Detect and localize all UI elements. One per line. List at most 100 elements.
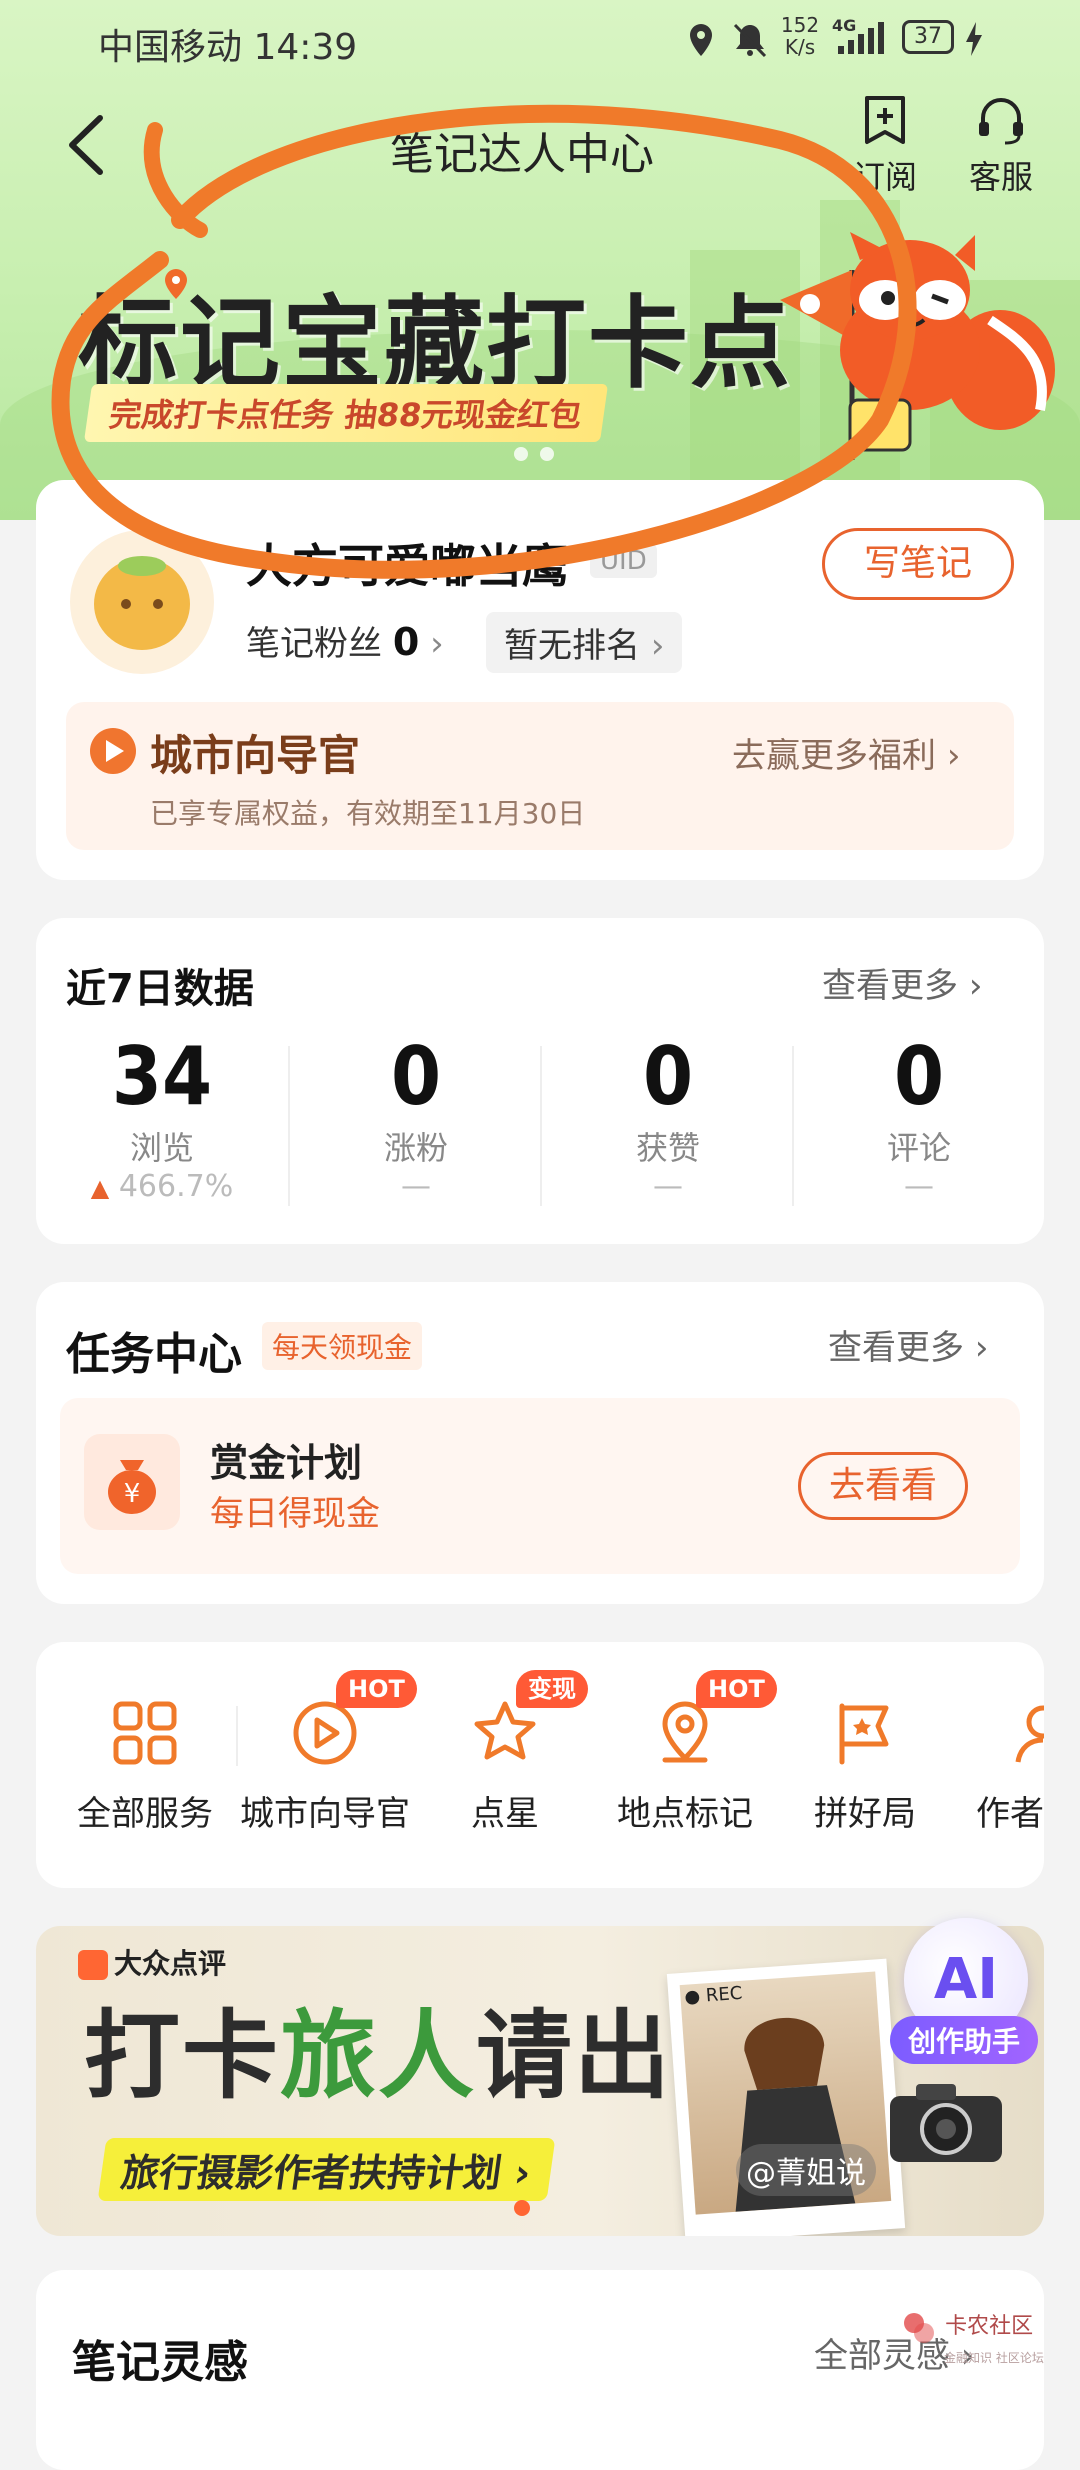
location-icon [686, 22, 716, 62]
stat-value: 34 [111, 1030, 213, 1123]
service-label: 地点标记 [617, 1794, 753, 1834]
write-note-button[interactable]: 写笔记 [822, 528, 1014, 600]
chevron-right-icon: › [511, 2151, 534, 2195]
ai-assistant-label: 创作助手 [890, 2016, 1039, 2064]
rec-label: ● REC [683, 1982, 744, 2008]
up-triangle-icon: ▲ [90, 1174, 110, 1202]
fans-label: 笔记粉丝 [246, 624, 382, 664]
chevron-right-icon: › [974, 1328, 989, 1368]
page-title: 笔记达人中心 [390, 129, 654, 180]
chevron-left-icon [69, 115, 103, 175]
customer-service-button[interactable]: 客服 [946, 94, 1056, 198]
author-handle: @菁姐说 [736, 2144, 876, 2196]
user-icon [1015, 1705, 1044, 1763]
money-bag-icon: ¥ [84, 1434, 180, 1530]
hot-badge: HOT [696, 1670, 777, 1708]
city-guide-link[interactable]: 去赢更多福利 › [732, 728, 960, 777]
bounty-subtitle: 每日得现金 [210, 1494, 380, 1534]
stat-label: 评论 [886, 1129, 951, 1167]
grid-icon [113, 1701, 177, 1765]
task-center-title: 任务中心 [66, 1329, 242, 1380]
avatar[interactable] [70, 530, 214, 674]
stat-label: 涨粉 [383, 1129, 448, 1167]
bookmark-plus-icon [865, 96, 905, 144]
promo-pager-dot [514, 2200, 530, 2216]
brand-icon [78, 1950, 108, 1980]
stat-change: — [653, 1169, 683, 1204]
stat-change: — [904, 1169, 934, 1204]
chevron-right-icon: › [650, 626, 665, 666]
star-icon [474, 1701, 536, 1760]
watermark-icon [904, 2312, 934, 2343]
bounty-go-button[interactable]: 去看看 [798, 1452, 968, 1520]
service-label: 拼好局 [814, 1794, 916, 1834]
avatar-face-icon [94, 556, 190, 650]
city-guide-desc: 已享专属权益，有效期至11月30日 [150, 797, 586, 830]
subscribe-button[interactable]: 订阅 [830, 94, 940, 198]
rank-chip[interactable]: 暂无排名 › [486, 612, 683, 673]
status-carrier-time: 中国移动 14:39 [98, 27, 358, 68]
stat-comments[interactable]: 0 评论 — [794, 1030, 1044, 1204]
service-star[interactable]: 点星 [430, 1698, 580, 1835]
battery-icon: 37 [902, 20, 954, 54]
service-label: 全部服务 [77, 1794, 213, 1834]
stat-change: — [401, 1169, 431, 1204]
city-guide-link-label: 去赢更多福利 [732, 736, 936, 776]
signal-icon [836, 22, 888, 60]
stat-value: 0 [893, 1030, 945, 1123]
brand-logo: 大众点评 [78, 1942, 226, 1982]
network-speed: 152 K/s [780, 13, 820, 59]
uid-tag: UID [590, 544, 657, 578]
chevron-right-icon: › [430, 624, 444, 664]
stat-value: 0 [642, 1030, 694, 1123]
promo-title: 打卡旅人请出列 [84, 2000, 770, 2112]
service-label: 城市向导官 [240, 1794, 410, 1834]
camera-icon [886, 2076, 1006, 2170]
service-group[interactable]: 拼好局 [790, 1698, 940, 1835]
location-pin-icon [662, 1701, 708, 1763]
bounty-title: 赏金计划 [210, 1441, 363, 1485]
service-label: 点星 [471, 1794, 539, 1834]
back-button[interactable] [60, 110, 120, 184]
stat-likes[interactable]: 0 获赞 — [542, 1030, 794, 1204]
stat-label: 获赞 [635, 1129, 700, 1167]
stat-fans[interactable]: 0 涨粉 — [290, 1030, 542, 1204]
stats-more-label: 查看更多 [822, 966, 958, 1006]
stats-more-link[interactable]: 查看更多 › [822, 958, 982, 1007]
hot-badge: HOT [336, 1670, 417, 1708]
stat-value: 0 [390, 1030, 442, 1123]
service-label: 客服 [968, 158, 1033, 196]
banner-subtitle: 完成打卡点任务 抽88元现金红包 [83, 384, 608, 442]
city-guide-icon [88, 726, 138, 780]
service-all[interactable]: 全部服务 [60, 1698, 230, 1835]
service-label: 作者 [976, 1794, 1044, 1834]
rank-label: 暂无排名 [504, 626, 640, 666]
stat-views[interactable]: 34 浏览 ▲ 466.7% [36, 1030, 288, 1204]
play-circle-icon [293, 1701, 357, 1765]
city-guide-title: 城市向导官 [150, 731, 361, 780]
inspiration-title: 笔记灵感 [72, 2337, 248, 2388]
flag-icon [839, 1703, 889, 1765]
stat-change: ▲ 466.7% [90, 1169, 234, 1204]
task-tag: 每天领现金 [262, 1322, 423, 1370]
promo-subtitle: 旅行摄影作者扶持计划 › [97, 2138, 556, 2201]
red-panda-mascot [760, 230, 1060, 474]
service-city-guide[interactable]: 城市向导官 [230, 1698, 420, 1835]
task-more-link[interactable]: 查看更多 › [828, 1320, 988, 1369]
headset-icon [979, 98, 1023, 145]
chevron-right-icon: › [968, 966, 983, 1006]
banner-pager [508, 446, 560, 465]
promo-banner[interactable]: 大众点评 打卡旅人请出列 旅行摄影作者扶持计划 › ● REC @菁姐说 [36, 1926, 1044, 2236]
profile-name: 大方可爱嘟当鹰 [246, 539, 568, 593]
pin-icon [163, 268, 189, 304]
watermark-logo: 卡农社区 金融知识 社区论坛 [900, 2308, 1044, 2366]
service-place-mark[interactable]: 地点标记 [600, 1698, 770, 1835]
fans-count: 0 [392, 620, 420, 664]
service-author[interactable]: 作者 [966, 1698, 1044, 1835]
charging-icon [964, 22, 984, 60]
svg-text:¥: ¥ [124, 1479, 141, 1509]
task-more-label: 查看更多 [828, 1328, 964, 1368]
subscribe-label: 订阅 [852, 158, 917, 196]
fans-link[interactable]: 笔记粉丝 0 › [246, 616, 444, 665]
chevron-right-icon: › [946, 736, 961, 776]
